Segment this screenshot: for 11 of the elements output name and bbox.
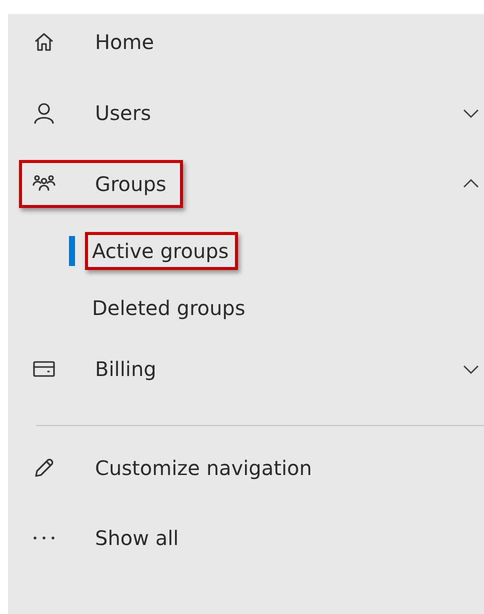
pencil-icon bbox=[32, 456, 56, 480]
person-icon bbox=[32, 101, 56, 125]
nav-link[interactable]: Customize navigation bbox=[95, 456, 312, 480]
nav-item[interactable]: Groups bbox=[95, 172, 166, 196]
nav-item[interactable]: Home bbox=[95, 30, 154, 54]
nav-item[interactable]: Users bbox=[95, 101, 152, 125]
nav-item[interactable]: Billing bbox=[95, 357, 156, 381]
nav-subitem[interactable]: Deleted groups bbox=[85, 289, 254, 327]
more-icon bbox=[32, 536, 56, 540]
nav-subitem[interactable]: Active groups bbox=[85, 232, 238, 270]
nav-link[interactable]: Show all bbox=[95, 526, 179, 550]
